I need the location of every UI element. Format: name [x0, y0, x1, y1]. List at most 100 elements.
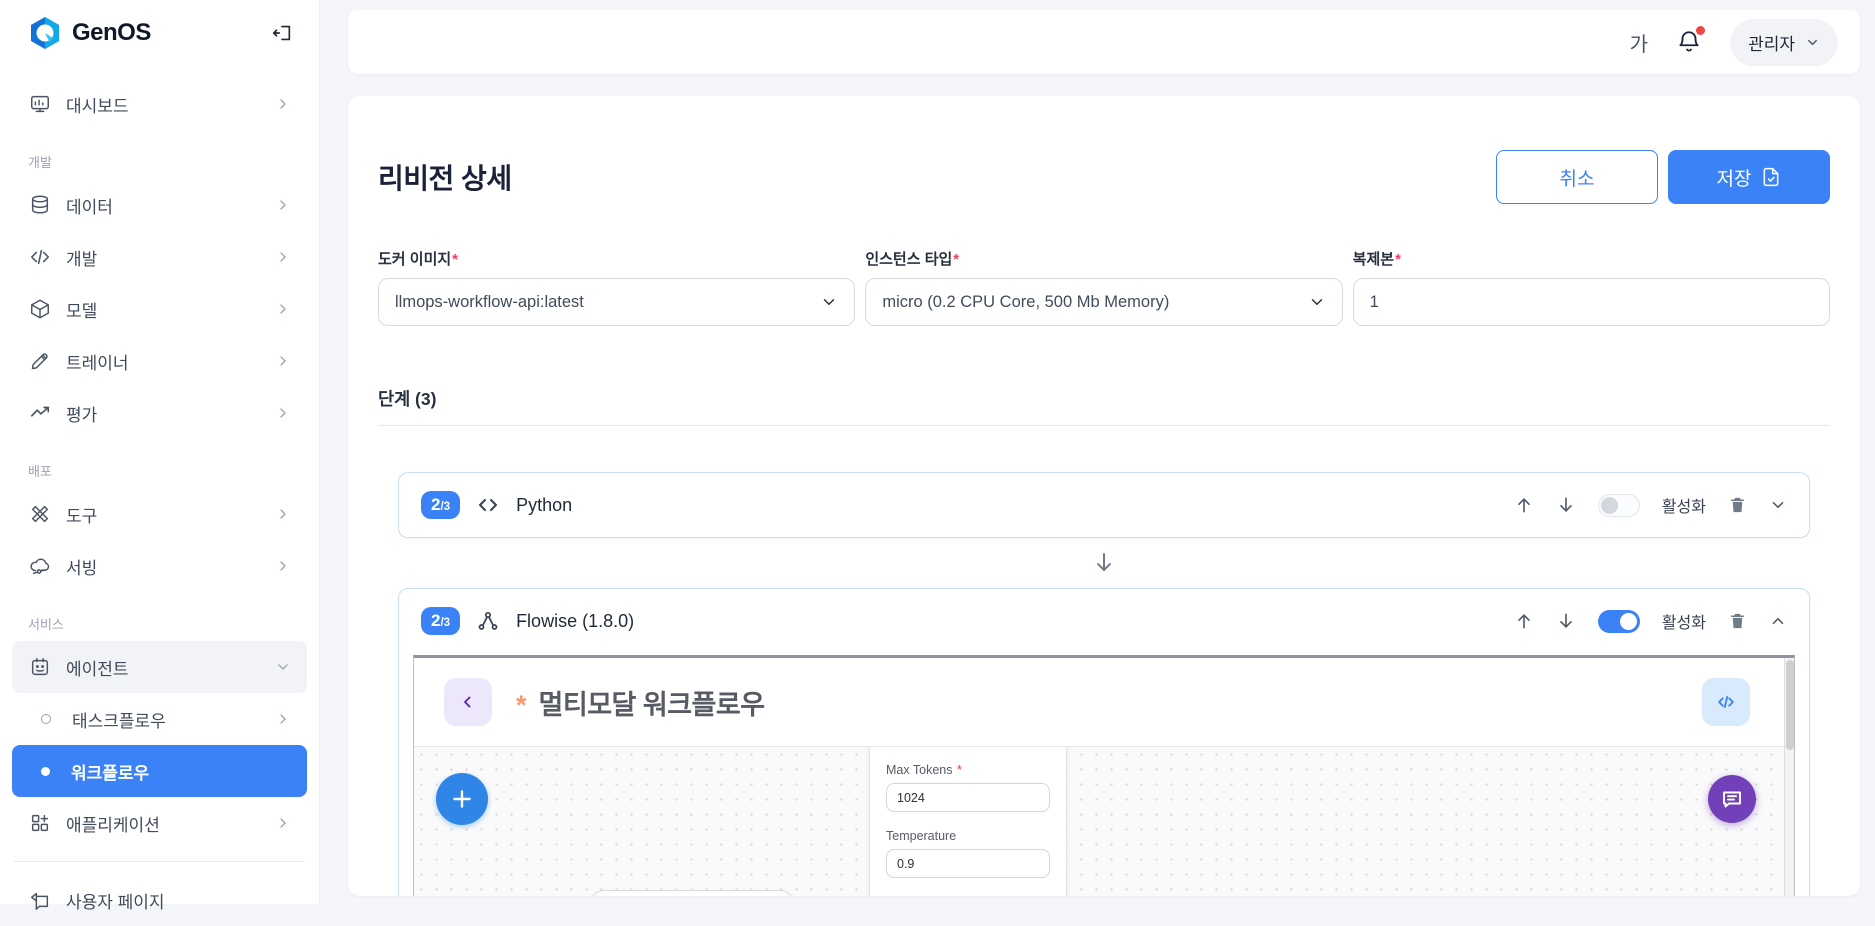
- database-icon: [28, 193, 52, 217]
- sidebar-item-label: 태스크플로우: [72, 711, 166, 731]
- step-name: Flowise (1.8.0): [516, 610, 635, 631]
- instance-type-select[interactable]: micro (0.2 CPU Core, 500 Mb Memory): [865, 278, 1343, 326]
- sidebar-item-tools[interactable]: 도구: [12, 488, 307, 540]
- locale-button[interactable]: 가: [1630, 28, 1648, 57]
- profile-menu[interactable]: 관리자: [1730, 18, 1838, 66]
- instance-type-label: 인스턴스 타입*: [865, 248, 1342, 269]
- frame-scrollbar[interactable]: [1784, 658, 1794, 896]
- delete-trash-icon[interactable]: [1728, 495, 1747, 515]
- sidebar-item-label: 서빙: [66, 558, 98, 578]
- docker-image-select[interactable]: llmops-workflow-api:latest: [378, 278, 856, 326]
- chevron-down-icon: [1308, 293, 1326, 311]
- move-up-icon[interactable]: [1514, 495, 1534, 515]
- save-button[interactable]: 저장: [1668, 150, 1830, 204]
- sidebar-item-label: 도구: [66, 506, 98, 526]
- revision-form: 도커 이미지* llmops-workflow-api:latest 인스턴스 …: [378, 248, 1830, 326]
- sidebar-item-taskflow[interactable]: 태스크플로우: [12, 693, 307, 745]
- chevron-right-icon: [275, 558, 291, 574]
- instance-type-field: 인스턴스 타입* micro (0.2 CPU Core, 500 Mb Mem…: [865, 248, 1343, 326]
- step-header: 2/3 Python 활성화: [399, 473, 1809, 537]
- required-asterisk: *: [452, 251, 459, 268]
- step-card-flowise: 2/3 Flowise (1.8.0) 활성화 * 멀티모달 워크플로우 Max…: [398, 588, 1810, 896]
- collapse-chevron-up-icon[interactable]: [1769, 612, 1787, 630]
- badge-total: /3: [440, 616, 451, 629]
- enable-toggle[interactable]: [1597, 493, 1640, 517]
- sidebar-item-label: 데이터: [66, 197, 113, 217]
- sidebar-item-develop[interactable]: 개발: [12, 231, 307, 283]
- delete-trash-icon[interactable]: [1728, 611, 1747, 631]
- chevron-right-icon: [275, 815, 291, 831]
- move-down-icon[interactable]: [1556, 495, 1576, 515]
- sidebar-item-model[interactable]: 모델: [12, 283, 307, 335]
- label-text: 도커 이미지: [378, 251, 452, 268]
- tools-icon: [28, 502, 52, 526]
- replicas-label: 복제본*: [1353, 248, 1830, 269]
- sidebar-item-workflow[interactable]: 워크플로우: [12, 745, 307, 797]
- sidebar-item-evaluation[interactable]: 평가: [12, 387, 307, 439]
- step-controls: 활성화: [1514, 493, 1787, 517]
- expand-chevron-down-icon[interactable]: [1769, 496, 1787, 514]
- notification-bell-icon[interactable]: [1676, 26, 1706, 55]
- sidebar-group-dev: 개발: [28, 155, 52, 170]
- label-text: Max Tokens: [886, 763, 953, 777]
- sidebar-item-user-page[interactable]: 사용자 페이지: [12, 874, 307, 926]
- chevron-down-icon: [1805, 35, 1820, 50]
- sidebar-item-application[interactable]: 애플리케이션: [12, 797, 307, 849]
- add-node-button[interactable]: [436, 773, 488, 825]
- brand-name: GenOS: [72, 19, 151, 46]
- title-row: 리비전 상세 취소 저장: [378, 96, 1830, 204]
- workflow-title: 멀티모달 워크플로우: [538, 689, 766, 720]
- docker-image-label: 도커 이미지*: [378, 248, 855, 269]
- move-down-icon[interactable]: [1556, 611, 1576, 631]
- sidebar-item-agent[interactable]: 에이전트: [12, 641, 307, 693]
- code-view-button[interactable]: [1702, 678, 1750, 726]
- canvas-node-properties[interactable]: Max Tokens * Temperature Allow Image Upl…: [869, 747, 1067, 896]
- agent-icon: [28, 655, 52, 679]
- brand: GenOS: [12, 0, 307, 64]
- chevron-right-icon: [275, 405, 291, 421]
- dashboard-icon: [28, 92, 52, 116]
- enable-toggle-label: 활성화: [1661, 615, 1706, 632]
- max-tokens-label: Max Tokens *: [886, 763, 1050, 777]
- chevron-right-icon: [275, 249, 291, 265]
- temperature-input[interactable]: [886, 849, 1050, 878]
- sidebar-nav: 대시보드 개발 데이터 개발 모델 트레이너 평가 배포 도구 서빙 서비스 에…: [12, 78, 307, 926]
- sidebar-item-label: 워크플로우: [71, 763, 150, 783]
- enable-toggle[interactable]: [1597, 609, 1640, 633]
- save-label: 저장: [1716, 168, 1752, 190]
- badge-main: 2: [431, 494, 441, 514]
- sidebar: GenOS 대시보드 개발 데이터 개발 모델 트레이너 평가 배포 도구 서빙…: [0, 0, 320, 912]
- required-asterisk: *: [1395, 251, 1401, 268]
- steps-heading: 단계 (3): [378, 386, 1830, 426]
- flowise-embed-frame: * 멀티모달 워크플로우 ƒ Max Tokens *: [413, 655, 1795, 896]
- replicas-input[interactable]: [1352, 278, 1830, 326]
- sidebar-item-data[interactable]: 데이터: [12, 179, 307, 231]
- sidebar-item-serving[interactable]: 서빙: [12, 540, 307, 592]
- required-asterisk: *: [956, 763, 962, 777]
- step-order-badge: 2/3: [421, 490, 461, 520]
- max-tokens-input[interactable]: [886, 783, 1050, 812]
- enable-toggle-label: 활성화: [1661, 499, 1706, 516]
- save-document-icon: [1761, 167, 1781, 187]
- sidebar-item-trainer[interactable]: 트레이너: [12, 335, 307, 387]
- notification-dot: [1696, 26, 1706, 35]
- flowise-canvas[interactable]: ƒ Max Tokens * Temperature Allow Image U…: [414, 746, 1794, 896]
- trend-chart-icon: [28, 401, 52, 425]
- code-icon: [28, 245, 52, 269]
- label-text: 복제본: [1352, 251, 1395, 268]
- chevron-right-icon: [275, 353, 291, 369]
- chevron-down-icon: [275, 659, 291, 675]
- move-up-icon[interactable]: [1514, 611, 1534, 631]
- sidebar-collapse-icon[interactable]: [271, 22, 293, 44]
- chevron-right-icon: [275, 197, 291, 213]
- temperature-label: Temperature: [886, 829, 957, 843]
- cancel-button[interactable]: 취소: [1496, 150, 1658, 204]
- sidebar-item-label: 트레이너: [66, 353, 129, 373]
- sidebar-group-deploy: 배포: [28, 464, 52, 479]
- canvas-node-partial[interactable]: ƒ: [590, 890, 794, 896]
- scrollbar-thumb[interactable]: [1785, 660, 1794, 750]
- sidebar-item-dashboard[interactable]: 대시보드: [12, 78, 307, 130]
- chat-button[interactable]: [1708, 775, 1756, 823]
- sidebar-item-label: 에이전트: [66, 659, 129, 679]
- back-button[interactable]: [444, 678, 492, 726]
